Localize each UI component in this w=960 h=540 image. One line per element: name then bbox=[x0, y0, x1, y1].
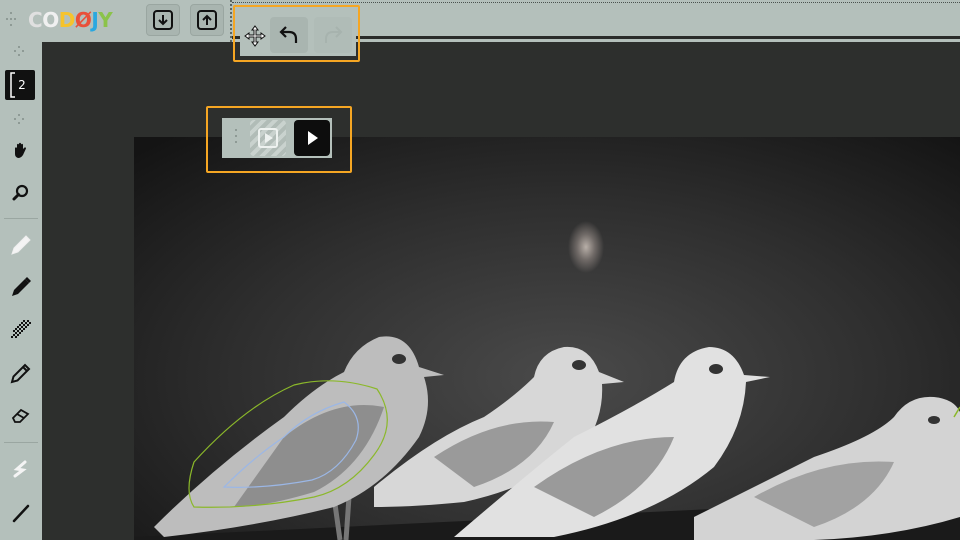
history-panel-highlight bbox=[233, 5, 360, 62]
brush-size-indicator[interactable]: 2 bbox=[5, 70, 35, 100]
logo-letter: Ø bbox=[74, 8, 92, 32]
logo-letter: Y bbox=[98, 8, 113, 32]
top-toolbar: CODØJY bbox=[0, 0, 960, 42]
canvas-artwork bbox=[134, 336, 960, 540]
save-button[interactable] bbox=[146, 4, 180, 36]
pencil-tool-button[interactable] bbox=[4, 356, 38, 390]
playback-panel-highlight bbox=[206, 106, 352, 173]
logo-letter: C bbox=[28, 8, 43, 32]
marker-tool-button[interactable] bbox=[4, 270, 38, 304]
pen-tool-button[interactable] bbox=[4, 228, 38, 262]
app-root: CODØJY 2 bbox=[0, 0, 960, 540]
tool-sidebar: 2 bbox=[0, 42, 42, 540]
smudge-icon bbox=[13, 460, 27, 478]
pencil-icon bbox=[10, 363, 31, 384]
zoom-icon bbox=[12, 184, 29, 201]
eraser-tool-button[interactable] bbox=[4, 398, 38, 432]
dither-brush-tool-button[interactable] bbox=[4, 312, 38, 346]
smudge-tool-button[interactable] bbox=[4, 452, 38, 486]
sidebar-grip-icon-2[interactable] bbox=[14, 114, 24, 132]
sidebar-grip-icon[interactable] bbox=[14, 46, 24, 64]
size-bracket-icon bbox=[10, 72, 15, 98]
app-logo: CODØJY bbox=[28, 6, 113, 34]
open-button[interactable] bbox=[190, 4, 224, 36]
logo-letter: O bbox=[42, 8, 59, 32]
brush-size-value: 2 bbox=[18, 78, 26, 92]
hand-icon bbox=[15, 142, 26, 158]
drawing-canvas[interactable] bbox=[134, 137, 960, 540]
eraser-icon bbox=[11, 408, 30, 423]
marker-icon bbox=[12, 277, 31, 296]
line-tool-button[interactable] bbox=[4, 496, 38, 530]
hand-tool-button[interactable] bbox=[4, 134, 38, 168]
download-icon bbox=[153, 10, 173, 30]
toolbar-grip-icon[interactable] bbox=[6, 12, 16, 30]
upload-icon bbox=[197, 10, 217, 30]
zoom-tool-button[interactable] bbox=[4, 176, 38, 210]
pen-icon bbox=[11, 235, 31, 255]
line-icon bbox=[12, 504, 30, 523]
dither-brush-icon bbox=[11, 320, 31, 338]
logo-letter: D bbox=[58, 8, 76, 32]
